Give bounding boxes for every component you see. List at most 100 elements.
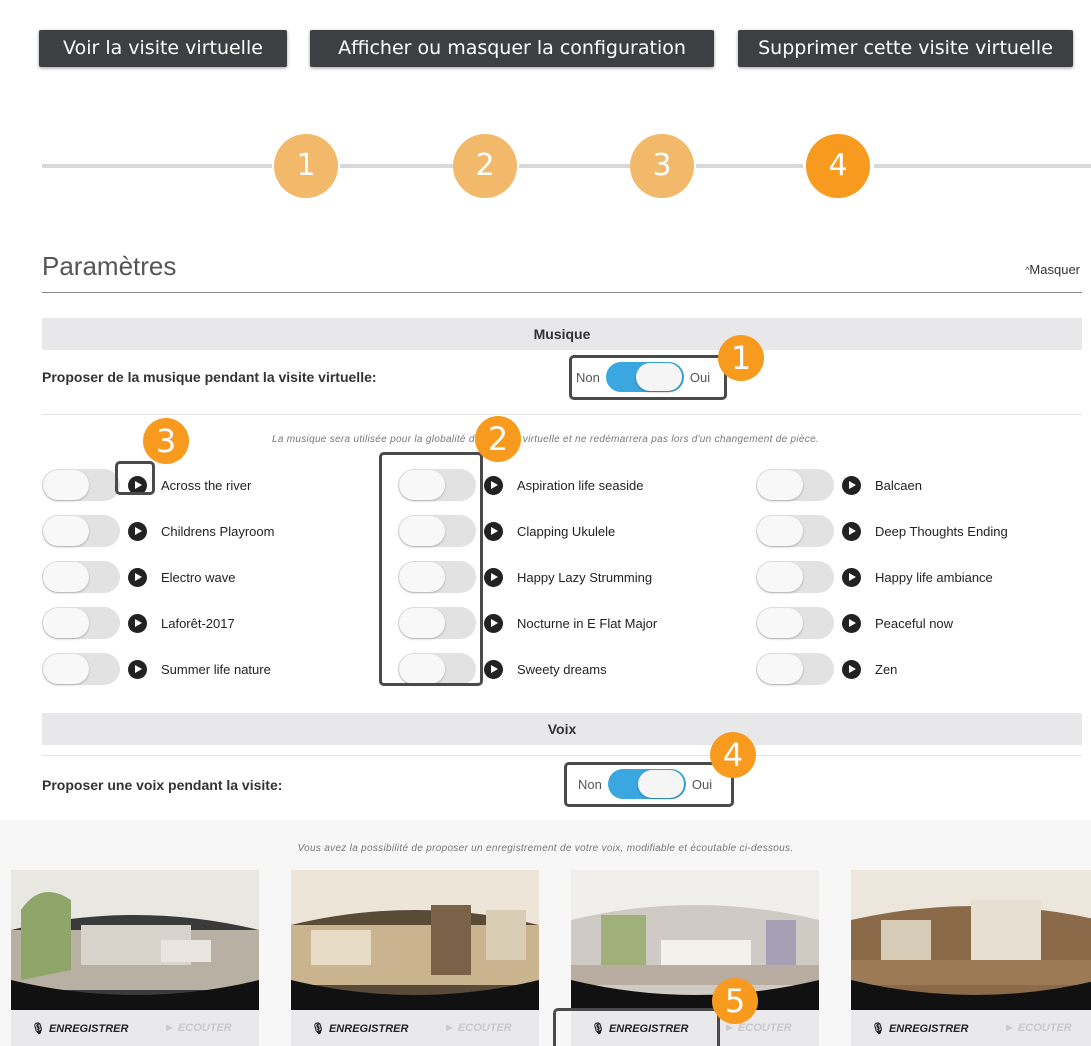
track-toggle[interactable] [756,515,834,547]
track-toggle[interactable] [756,469,834,501]
music-item: Electro wave [42,554,372,600]
play-icon[interactable] [484,567,503,587]
divider [42,755,1082,756]
play-icon[interactable] [842,613,861,633]
play-icon[interactable] [842,521,861,541]
room-panorama-image[interactable] [571,870,819,1010]
track-toggle[interactable] [42,607,120,639]
musique-band: Musique [42,318,1082,350]
music-item: Peaceful now [756,600,1086,646]
highlight-play-button [115,461,155,495]
room-actions: 🎙 ENREGISTRER ► ECOUTER [11,1010,259,1046]
music-item: Zen [756,646,1086,692]
room-actions: 🎙 ENREGISTRER ► ECOUTER [851,1010,1091,1046]
enregistrer-button[interactable]: 🎙 ENREGISTRER [291,1022,426,1035]
room-panorama-image[interactable] [851,870,1091,1010]
divider [42,414,1082,415]
music-column-3: Balcaen Deep Thoughts Ending Happy life … [756,462,1086,692]
track-name: Nocturne in E Flat Major [517,615,658,631]
track-name: Sweety dreams [517,661,607,677]
track-name: Clapping Ukulele [517,523,616,539]
play-small-icon: ► [164,1022,178,1034]
play-icon[interactable] [842,475,861,495]
play-icon[interactable] [484,613,503,633]
ecouter-button[interactable]: ► ECOUTER [146,1022,232,1034]
play-icon[interactable] [842,659,861,679]
progress-stepper: 1 2 3 4 [42,134,1091,198]
ecouter-label: ECOUTER [737,1022,792,1034]
ecouter-label: ECOUTER [1017,1022,1072,1034]
section-title: Paramètres [42,251,177,281]
microphone-icon: 🎙 [31,1022,45,1035]
stepper-line [340,164,455,168]
highlight-track-toggles [379,452,483,686]
track-toggle[interactable] [42,561,120,593]
stepper-line [42,164,272,168]
step-3[interactable]: 3 [630,134,694,198]
play-icon[interactable] [484,659,503,679]
callout-2: 2 [475,416,521,462]
track-toggle[interactable] [756,607,834,639]
ecouter-button[interactable]: ► ECOUTER [986,1022,1072,1034]
ecouter-label: ECOUTER [177,1022,232,1034]
voix-note: Vous avez la possibilité de proposer un … [297,843,794,854]
track-name: Childrens Playroom [161,523,275,539]
track-name: Happy Lazy Strumming [517,569,653,585]
track-name: Balcaen [875,477,922,493]
room-card: 🎙 ENREGISTRER ► ECOUTER [291,870,539,1046]
track-toggle[interactable] [42,515,120,547]
stepper-line [874,164,1091,168]
play-icon[interactable] [484,521,503,541]
voix-band: Voix [42,713,1082,745]
track-name: Deep Thoughts Ending [875,523,1008,539]
highlight-voix-toggle [564,762,734,807]
afficher-configuration-button[interactable]: Afficher ou masquer la configuration [310,30,714,67]
step-2[interactable]: 2 [453,134,517,198]
enregistrer-button[interactable]: 🎙 ENREGISTRER [851,1022,986,1035]
highlight-musique-toggle [569,355,727,400]
stepper-line [519,164,631,168]
musique-question: Proposer de la musique pendant la visite… [42,369,377,385]
enregistrer-label: ENREGISTRER [48,1022,129,1035]
play-small-icon: ► [444,1022,458,1034]
play-icon[interactable] [128,567,147,587]
music-item: Laforêt-2017 [42,600,372,646]
play-icon[interactable] [128,659,147,679]
track-name: Summer life nature [161,661,271,677]
track-name: Happy life ambiance [875,569,993,585]
track-toggle[interactable] [42,469,120,501]
track-toggle[interactable] [42,653,120,685]
track-toggle[interactable] [756,653,834,685]
callout-4: 4 [710,732,756,778]
track-toggle[interactable] [756,561,834,593]
ecouter-label: ECOUTER [457,1022,512,1034]
room-panorama-image[interactable] [11,870,259,1010]
callout-3: 3 [143,418,189,464]
play-small-icon: ► [1004,1022,1018,1034]
enregistrer-label: ENREGISTRER [888,1022,969,1035]
callout-5: 5 [712,978,758,1024]
play-icon[interactable] [842,567,861,587]
step-1[interactable]: 1 [274,134,338,198]
room-panorama-image[interactable] [291,870,539,1010]
music-column-1: Across the river Childrens Playroom Elec… [42,462,372,692]
top-toolbar: Voir la visite virtuelle Afficher ou mas… [0,0,1091,90]
play-icon[interactable] [128,521,147,541]
ecouter-button[interactable]: ► ECOUTER [426,1022,512,1034]
music-item: Happy life ambiance [756,554,1086,600]
voir-visite-button[interactable]: Voir la visite virtuelle [39,30,287,67]
track-name: Across the river [161,477,252,493]
step-4[interactable]: 4 [806,134,870,198]
music-item: Deep Thoughts Ending [756,508,1086,554]
voix-question: Proposer une voix pendant la visite: [42,777,283,793]
supprimer-visite-button[interactable]: Supprimer cette visite virtuelle [738,30,1073,67]
masquer-link[interactable]: ^Masquer [1025,262,1080,277]
music-item: Summer life nature [42,646,372,692]
play-icon[interactable] [128,613,147,633]
track-name: Electro wave [161,569,236,585]
room-card: 🎙 ENREGISTRER ► ECOUTER [851,870,1091,1046]
room-actions: 🎙 ENREGISTRER ► ECOUTER [291,1010,539,1046]
enregistrer-button[interactable]: 🎙 ENREGISTRER [11,1022,146,1035]
music-item: Balcaen [756,462,1086,508]
play-icon[interactable] [484,475,503,495]
